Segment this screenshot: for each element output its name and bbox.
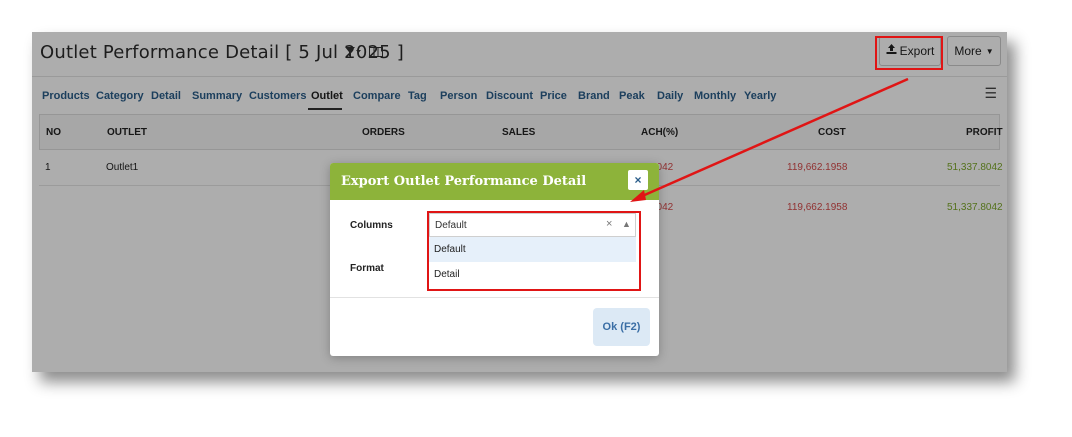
annotation-arrow xyxy=(630,77,909,202)
